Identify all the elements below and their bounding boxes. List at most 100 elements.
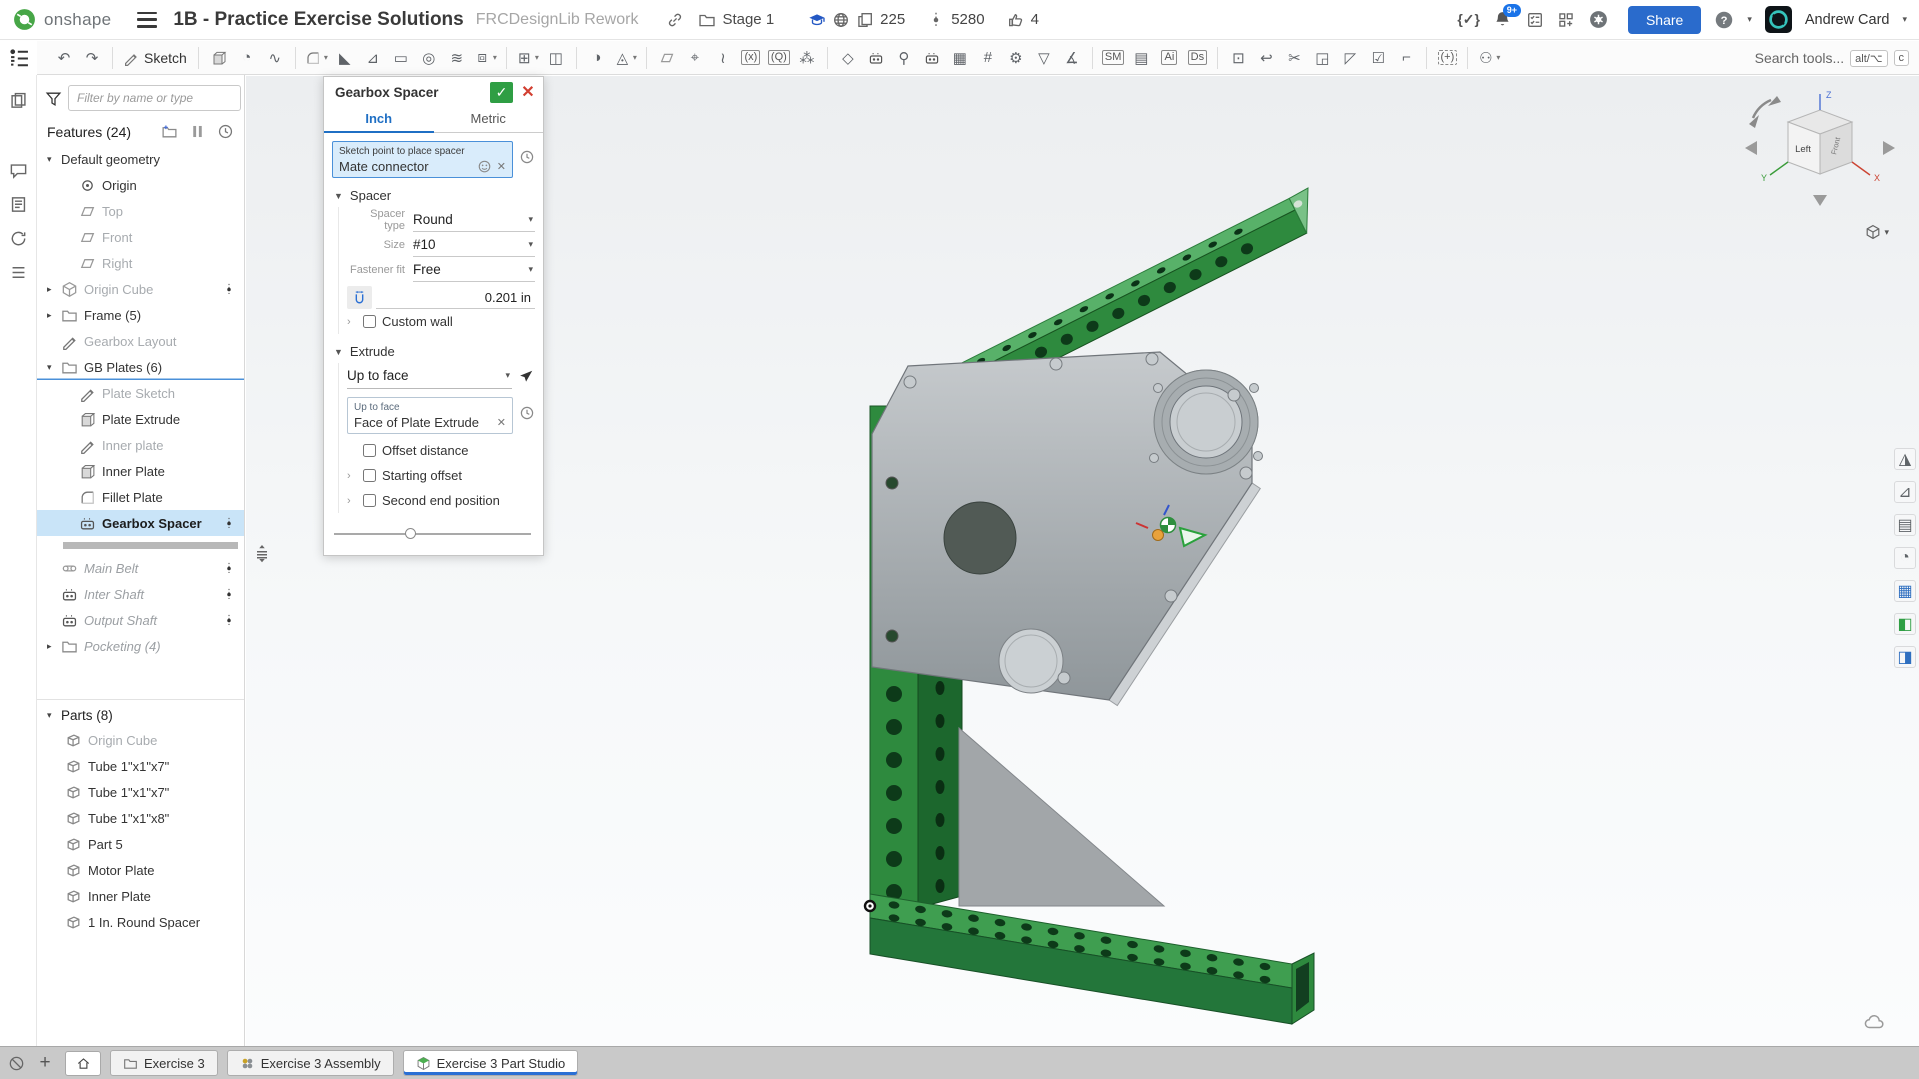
- list-icon[interactable]: [9, 263, 28, 282]
- chamfer-icon[interactable]: ◣: [332, 45, 358, 71]
- transform-icon[interactable]: ⧈▾: [472, 45, 499, 71]
- configurations-panel-icon[interactable]: ◧: [1894, 613, 1916, 635]
- gear-icon[interactable]: ⚙: [1003, 45, 1029, 71]
- drawings-icon[interactable]: Ds: [1184, 45, 1210, 71]
- lookup-icon[interactable]: (Q): [766, 45, 792, 71]
- part-item[interactable]: Origin Cube: [37, 727, 244, 753]
- suppress-pause-icon[interactable]: [189, 123, 206, 140]
- tree-item[interactable]: Output Shaft: [37, 607, 244, 633]
- undo-icon[interactable]: ↶: [51, 45, 77, 71]
- add-folder-icon[interactable]: [161, 123, 178, 140]
- linear-pattern-icon[interactable]: ⊞▾: [514, 45, 541, 71]
- clear-face-icon[interactable]: ✕: [497, 416, 506, 429]
- appearance-panel-icon[interactable]: ▤: [1894, 514, 1916, 536]
- display-states-panel-icon[interactable]: ◨: [1894, 646, 1916, 668]
- selection-history-clock-icon[interactable]: [519, 149, 535, 165]
- custom-wall-checkbox[interactable]: [363, 315, 376, 328]
- kebab-menu-icon[interactable]: [222, 612, 236, 629]
- notifications-bell-icon[interactable]: 9+: [1493, 10, 1513, 30]
- selection-field[interactable]: Sketch point to place spacer Mate connec…: [332, 141, 513, 178]
- rollback-bar-handle-icon[interactable]: [252, 542, 272, 564]
- custom-features-menu-icon[interactable]: ⚇▾: [1475, 45, 1502, 71]
- view-cube[interactable]: Left Front Z Y X: [1735, 82, 1905, 232]
- help-caret-icon[interactable]: ▾: [1747, 14, 1752, 25]
- redo-icon[interactable]: ↷: [79, 45, 105, 71]
- feedback-icon[interactable]: [1588, 9, 1609, 30]
- tree-item[interactable]: Fillet Plate: [37, 484, 244, 510]
- filter-icon[interactable]: ▽: [1031, 45, 1057, 71]
- parts-chevron-icon[interactable]: ▾: [47, 710, 61, 721]
- end-condition-select[interactable]: Up to face ▾: [347, 363, 512, 389]
- tree-item[interactable]: Right: [37, 250, 244, 276]
- sketch-icon[interactable]: Sketch: [120, 45, 191, 71]
- opacity-slider[interactable]: [334, 527, 531, 541]
- sweep-icon[interactable]: ∿: [262, 45, 288, 71]
- document-tab[interactable]: Exercise 3 Assembly: [227, 1050, 394, 1076]
- tree-item[interactable]: ▾GB Plates (6): [37, 354, 244, 380]
- option-checkbox[interactable]: [363, 444, 376, 457]
- gusset-icon[interactable]: ◸: [1337, 45, 1363, 71]
- wall-thickness-value[interactable]: 0.201 in: [376, 286, 535, 309]
- comments-icon[interactable]: [9, 161, 28, 180]
- cancel-button[interactable]: ✕: [518, 82, 538, 103]
- option-checkbox[interactable]: [363, 494, 376, 507]
- user-menu-caret-icon[interactable]: ▾: [1902, 14, 1907, 25]
- part-item[interactable]: Tube 1"x1"x7": [37, 753, 244, 779]
- kebab-menu-icon[interactable]: [222, 281, 236, 298]
- derive-icon[interactable]: ⊡: [1225, 45, 1251, 71]
- tasks-checklist-icon[interactable]: [1526, 11, 1544, 29]
- point-icon[interactable]: ⌖: [682, 45, 708, 71]
- extrude-icon[interactable]: [206, 45, 232, 71]
- option-chevron-icon[interactable]: ›: [347, 470, 357, 482]
- parts-header[interactable]: ▾ Parts (8): [37, 700, 244, 727]
- app-store-grid-icon[interactable]: [1557, 11, 1575, 29]
- tree-item[interactable]: ▸Pocketing (4): [37, 633, 244, 659]
- kebab-menu-icon[interactable]: [222, 560, 236, 577]
- tree-item[interactable]: Top: [37, 198, 244, 224]
- user-name[interactable]: Andrew Card: [1805, 12, 1890, 28]
- clear-selection-icon[interactable]: ✕: [497, 160, 506, 173]
- notes-icon[interactable]: [9, 195, 28, 214]
- avatar[interactable]: [1765, 6, 1792, 33]
- likes-icon[interactable]: [1007, 11, 1025, 29]
- pin-icon[interactable]: ⚲: [891, 45, 917, 71]
- document-tab[interactable]: Exercise 3: [110, 1050, 218, 1076]
- primitive-icon[interactable]: ◇: [835, 45, 861, 71]
- part-item[interactable]: Motor Plate: [37, 857, 244, 883]
- part-item[interactable]: Tube 1"x1"x7": [37, 779, 244, 805]
- hamburger-menu-icon[interactable]: [137, 12, 157, 28]
- custom-wall-chevron-icon[interactable]: ›: [347, 316, 357, 328]
- tree-item[interactable]: Inter Shaft: [37, 581, 244, 607]
- trim-icon[interactable]: ✂: [1281, 45, 1307, 71]
- feature-list-toggle-icon[interactable]: [6, 45, 33, 72]
- sheet-metal-icon[interactable]: SM: [1100, 45, 1127, 71]
- tree-chevron-icon[interactable]: ▸: [47, 641, 61, 652]
- tree-item[interactable]: ▾Default geometry: [37, 146, 244, 172]
- tree-item[interactable]: ▸Frame (5): [37, 302, 244, 328]
- copy-paste-icon[interactable]: [9, 91, 28, 110]
- hole-table-icon[interactable]: ◔: [1894, 547, 1916, 569]
- custom-feature-2-icon[interactable]: [919, 45, 945, 71]
- spacer-type-select[interactable]: Round ▾: [413, 208, 535, 232]
- custom-feature-icon[interactable]: [863, 45, 889, 71]
- tree-item[interactable]: Gearbox Spacer: [37, 510, 244, 536]
- split-icon[interactable]: ◬▾: [612, 45, 639, 71]
- size-select[interactable]: #10 ▾: [413, 233, 535, 257]
- help-icon[interactable]: ?: [1714, 10, 1734, 30]
- tree-item[interactable]: Origin: [37, 172, 244, 198]
- tree-item[interactable]: ▸Origin Cube: [37, 276, 244, 302]
- curve-icon[interactable]: ≀: [710, 45, 736, 71]
- tab-inch[interactable]: Inch: [324, 107, 434, 132]
- named-views-button[interactable]: ▾: [1865, 224, 1889, 240]
- variable-icon[interactable]: (x): [738, 45, 764, 71]
- add-custom-feature-icon[interactable]: (+): [1434, 45, 1460, 71]
- learning-cap-icon[interactable]: [808, 11, 826, 29]
- reroute-icon[interactable]: ↩: [1253, 45, 1279, 71]
- hole-icon[interactable]: ◎: [416, 45, 442, 71]
- option-chevron-icon[interactable]: ›: [347, 495, 357, 507]
- shell-icon[interactable]: ▭: [388, 45, 414, 71]
- spacer-section-header[interactable]: ▼ Spacer: [334, 188, 535, 203]
- wall-thickness-icon[interactable]: [347, 286, 372, 309]
- ai-icon[interactable]: Ai: [1156, 45, 1182, 71]
- mate-connector-icon[interactable]: ⁂: [794, 45, 820, 71]
